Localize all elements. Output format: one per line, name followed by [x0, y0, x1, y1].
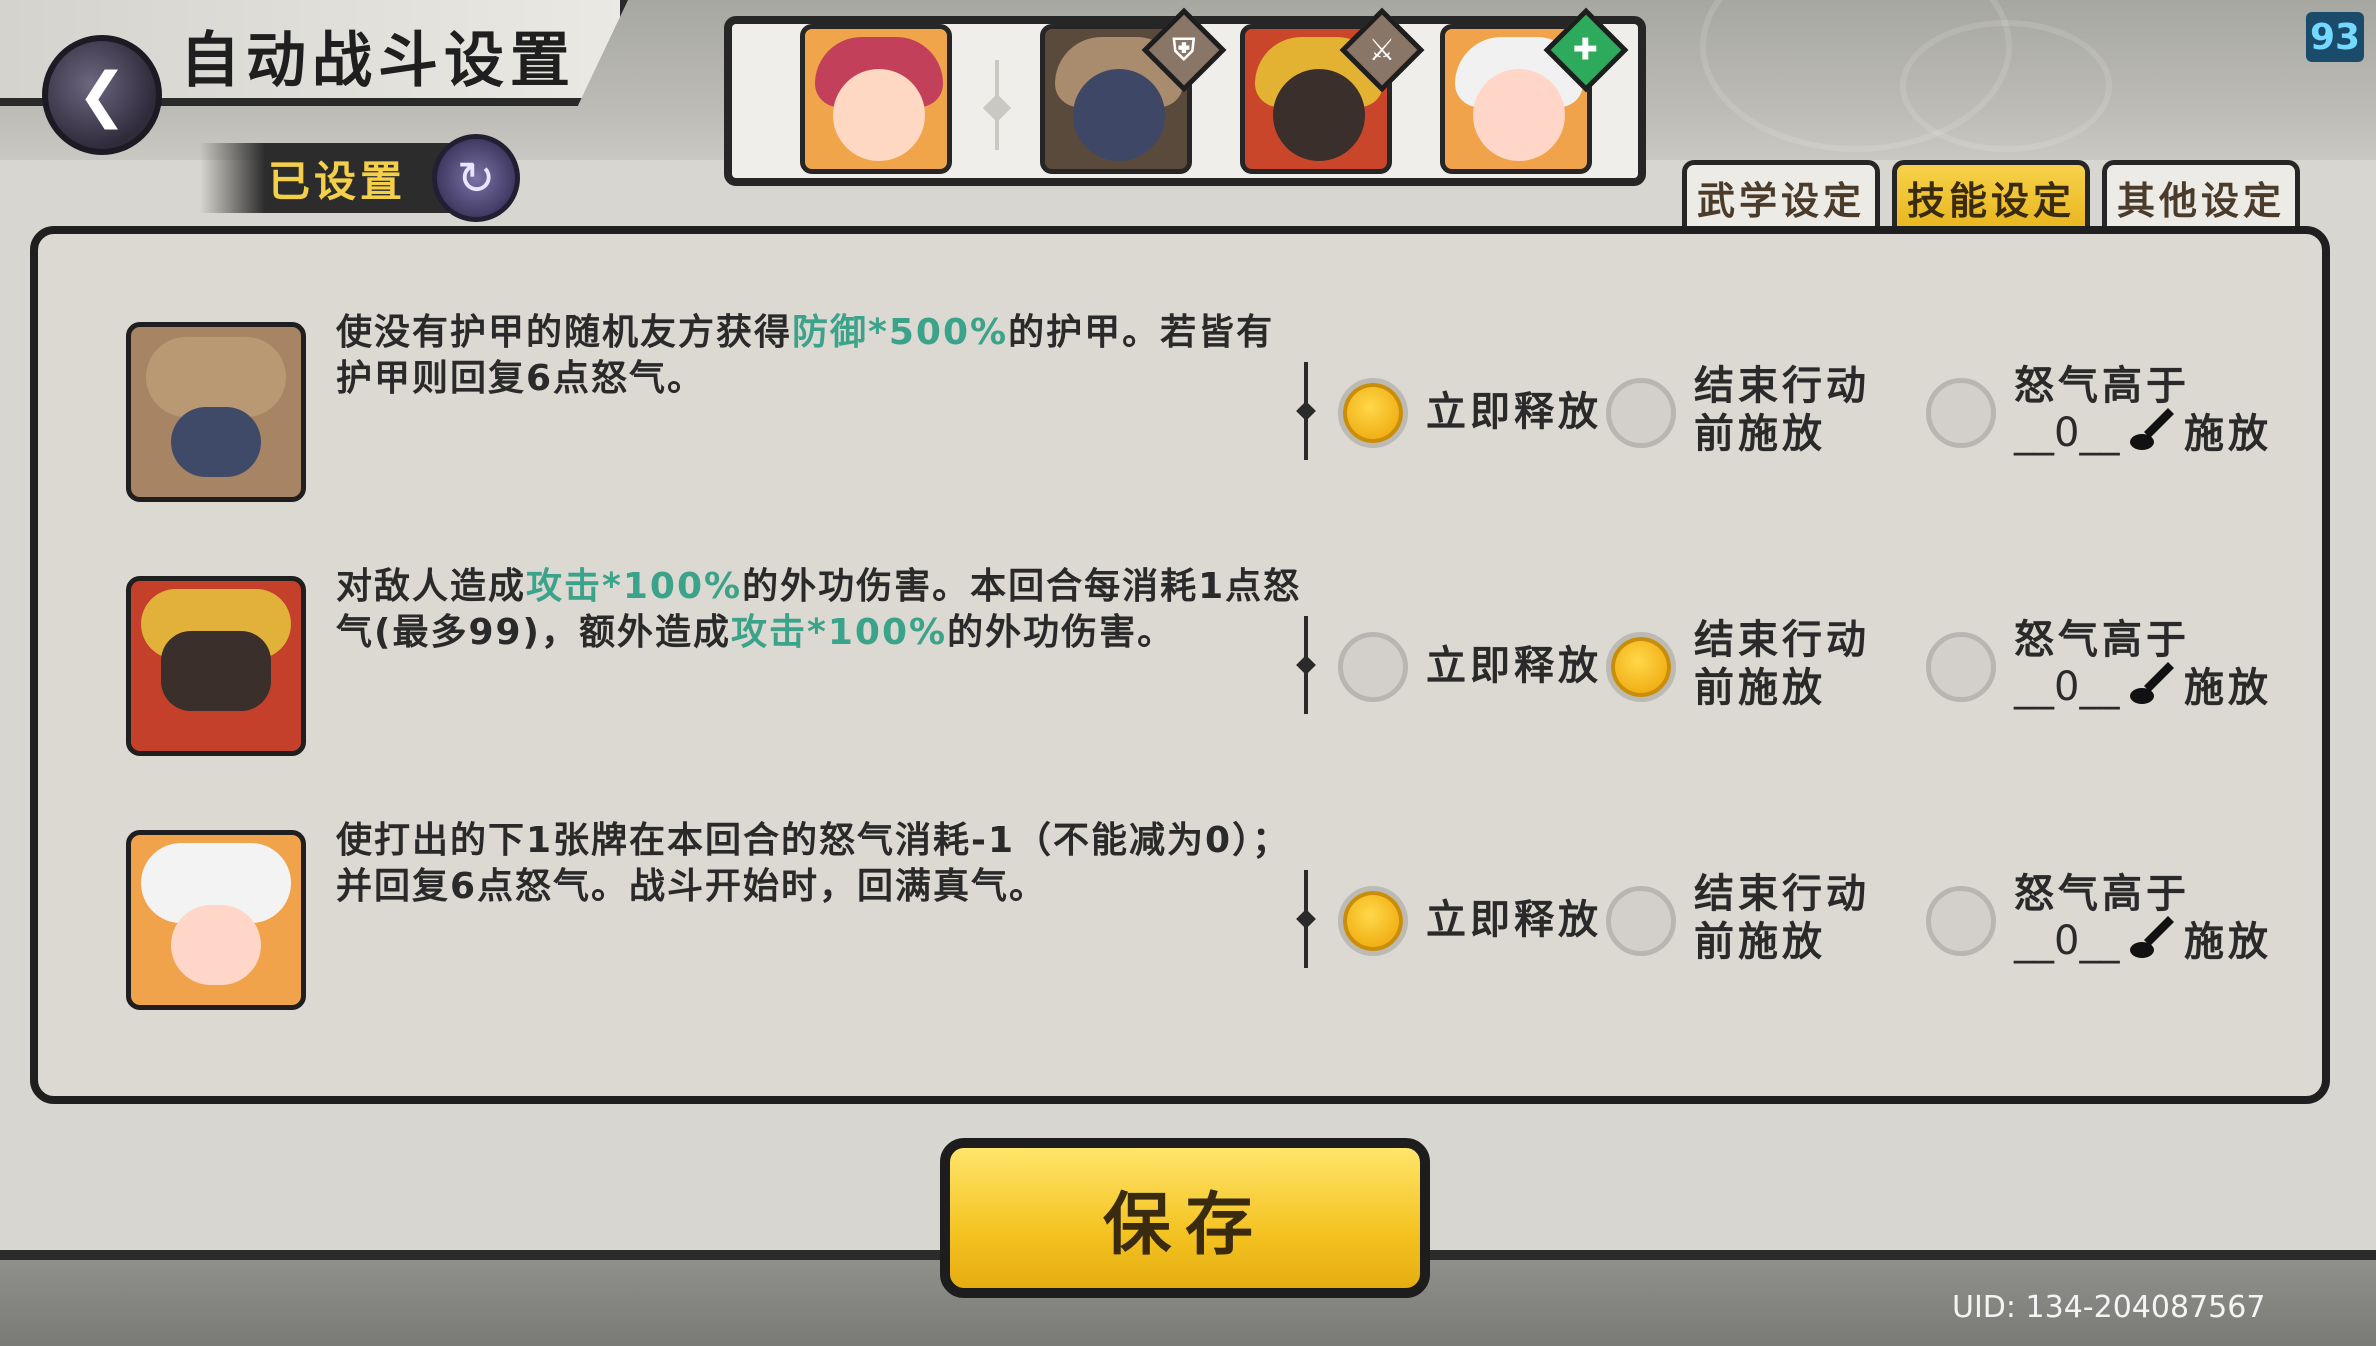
tab-martial[interactable]: 武学设定: [1682, 160, 1880, 230]
radio-rage-threshold[interactable]: [1926, 886, 1996, 956]
skill-icon-1: [126, 322, 306, 502]
option-divider: [1304, 362, 1308, 460]
back-button[interactable]: ❮: [42, 35, 162, 155]
back-arrow-icon: ❮: [76, 60, 128, 130]
brush-icon[interactable]: [2128, 404, 2178, 454]
rage-threshold-value[interactable]: __0__: [2014, 918, 2119, 964]
uid-label: UID: 134-204087567: [1952, 1290, 2266, 1325]
option-divider: [1304, 870, 1308, 968]
swirl-icon[interactable]: ↻: [432, 134, 520, 222]
page-title: 自动战斗设置: [180, 26, 576, 96]
skill-row-1: 使没有护甲的随机友方获得防御*500%的护甲。若皆有护甲则回复6点怒气。 立即释…: [38, 312, 2338, 522]
tab-skill[interactable]: 技能设定: [1892, 160, 2090, 230]
radio-end-turn[interactable]: [1606, 886, 1676, 956]
radio-end-turn[interactable]: [1606, 632, 1676, 702]
label-end-turn: 结束行动 前施放: [1694, 617, 1870, 711]
skill-settings-panel: 使没有护甲的随机友方获得防御*500%的护甲。若皆有护甲则回复6点怒气。 立即释…: [30, 226, 2330, 1104]
skill-description-2: 对敌人造成攻击*100%的外功伤害。本回合每消耗1点怒气(最多99)，额外造成攻…: [336, 566, 1302, 653]
radio-immediate[interactable]: [1338, 886, 1408, 956]
label-end-turn: 结束行动 前施放: [1694, 871, 1870, 965]
option-divider: [1304, 616, 1308, 714]
team-portrait-1[interactable]: [800, 24, 952, 174]
label-immediate: 立即释放: [1426, 897, 1602, 943]
team-divider: [995, 60, 999, 150]
level-badge: 93: [2306, 12, 2364, 62]
skill-description-1: 使没有护甲的随机友方获得防御*500%的护甲。若皆有护甲则回复6点怒气。: [336, 312, 1275, 399]
decor-swirl: [1900, 20, 2112, 152]
skill-row-3: 使打出的下1张牌在本回合的怒气消耗-1（不能减为0）；并回复6点怒气。战斗开始时…: [38, 820, 2338, 1030]
label-rage-cast: 施放: [2184, 919, 2272, 965]
tab-other[interactable]: 其他设定: [2102, 160, 2300, 230]
label-rage-threshold: 怒气高于: [2014, 871, 2190, 917]
skill-icon-2: [126, 576, 306, 756]
radio-immediate[interactable]: [1338, 632, 1408, 702]
label-rage-threshold: 怒气高于: [2014, 617, 2190, 663]
save-button[interactable]: 保存: [940, 1138, 1430, 1298]
rage-threshold-value[interactable]: __0__: [2014, 664, 2119, 710]
radio-end-turn[interactable]: [1606, 378, 1676, 448]
rage-threshold-value[interactable]: __0__: [2014, 410, 2119, 456]
label-immediate: 立即释放: [1426, 389, 1602, 435]
radio-rage-threshold[interactable]: [1926, 378, 1996, 448]
radio-immediate[interactable]: [1338, 378, 1408, 448]
label-rage-cast: 施放: [2184, 411, 2272, 457]
label-end-turn: 结束行动 前施放: [1694, 363, 1870, 457]
brush-icon[interactable]: [2128, 912, 2178, 962]
skill-icon-3: [126, 830, 306, 1010]
status-label: 已设置: [268, 157, 407, 206]
skill-row-2: 对敌人造成攻击*100%的外功伤害。本回合每消耗1点怒气(最多99)，额外造成攻…: [38, 566, 2338, 776]
label-rage-threshold: 怒气高于: [2014, 363, 2190, 409]
label-rage-cast: 施放: [2184, 665, 2272, 711]
radio-rage-threshold[interactable]: [1926, 632, 1996, 702]
brush-icon[interactable]: [2128, 658, 2178, 708]
label-immediate: 立即释放: [1426, 643, 1602, 689]
skill-description-3: 使打出的下1张牌在本回合的怒气消耗-1（不能减为0）；并回复6点怒气。战斗开始时…: [336, 820, 1291, 907]
